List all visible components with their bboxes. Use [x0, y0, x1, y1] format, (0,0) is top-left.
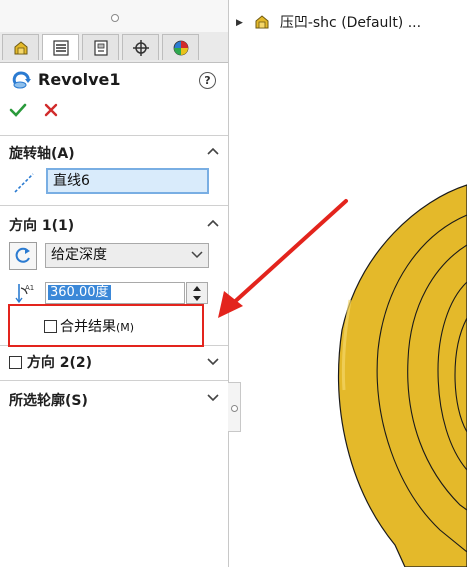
- tab-feature-manager[interactable]: [2, 34, 39, 60]
- tab-configuration-manager[interactable]: [82, 34, 119, 60]
- direction2-section-header[interactable]: 方向 2(2): [9, 352, 92, 372]
- angle-icon: A1: [15, 284, 34, 304]
- manager-tab-bar: [0, 32, 228, 63]
- expand-arrow-icon[interactable]: ▶: [236, 18, 243, 28]
- chevron-down-icon: [191, 251, 203, 259]
- end-condition-select[interactable]: 给定深度: [45, 243, 209, 268]
- end-condition-value: 给定深度: [51, 247, 107, 263]
- close-icon[interactable]: [44, 103, 58, 117]
- property-manager-panel: Revolve1 ? 旋转轴(A) 直线6 方向 1(1) 给定深度 A1 36…: [0, 0, 229, 567]
- axis-line-icon: [14, 173, 34, 193]
- revolve-feature-icon: [12, 71, 31, 89]
- reverse-direction-icon: [15, 247, 30, 263]
- angle-spinner[interactable]: [186, 282, 208, 304]
- angle-input[interactable]: 360.00度: [45, 282, 185, 304]
- direction2-section-title: 方向 2(2): [26, 355, 93, 371]
- feature-tree-root[interactable]: ▶ 压凹-shc (Default) ...: [236, 12, 421, 32]
- reverse-direction-button[interactable]: [9, 242, 37, 270]
- feature-title: Revolve1: [38, 70, 121, 89]
- axis-selection-box[interactable]: 直线6: [46, 168, 209, 194]
- dimxpert-icon: [132, 39, 149, 56]
- red-annotation-arrow: [218, 199, 348, 318]
- direction1-section-title[interactable]: 方向 1(1): [9, 215, 74, 235]
- configuration-manager-icon: [93, 39, 108, 56]
- angle-value-selected: 360.00度: [48, 285, 111, 300]
- part-icon: [255, 15, 269, 29]
- part-name: 压凹-shc (Default) ...: [279, 15, 422, 31]
- spin-up-icon[interactable]: [192, 285, 202, 292]
- panel-grip[interactable]: [0, 0, 228, 33]
- chevron-down-icon[interactable]: [206, 393, 220, 403]
- section-divider: [0, 135, 228, 136]
- revolved-part-model: [337, 184, 467, 567]
- grip-handle-icon[interactable]: [111, 14, 119, 22]
- direction2-checkbox[interactable]: [9, 356, 22, 369]
- highlight-annotation-box: [8, 304, 204, 347]
- section-divider: [0, 205, 228, 206]
- spin-down-icon[interactable]: [192, 295, 202, 302]
- property-manager-icon: [52, 39, 69, 56]
- display-manager-icon: [173, 40, 188, 55]
- axis-section-title[interactable]: 旋转轴(A): [9, 143, 75, 163]
- feature-manager-icon: [14, 40, 27, 54]
- section-divider: [0, 380, 228, 381]
- chevron-up-icon[interactable]: [206, 218, 220, 228]
- tab-property-manager[interactable]: [42, 34, 79, 60]
- tab-display-manager[interactable]: [162, 34, 199, 60]
- splitter-handle[interactable]: [228, 382, 241, 432]
- help-icon[interactable]: ?: [199, 72, 216, 89]
- selected-contours-section-title[interactable]: 所选轮廓(S): [9, 390, 88, 410]
- chevron-up-icon[interactable]: [206, 146, 220, 156]
- checkmark-icon[interactable]: [9, 102, 27, 118]
- tab-dimxpert-manager[interactable]: [122, 34, 159, 60]
- splitter-grip-icon[interactable]: [231, 405, 238, 412]
- svg-text:A1: A1: [25, 284, 34, 292]
- chevron-down-icon[interactable]: [206, 357, 220, 367]
